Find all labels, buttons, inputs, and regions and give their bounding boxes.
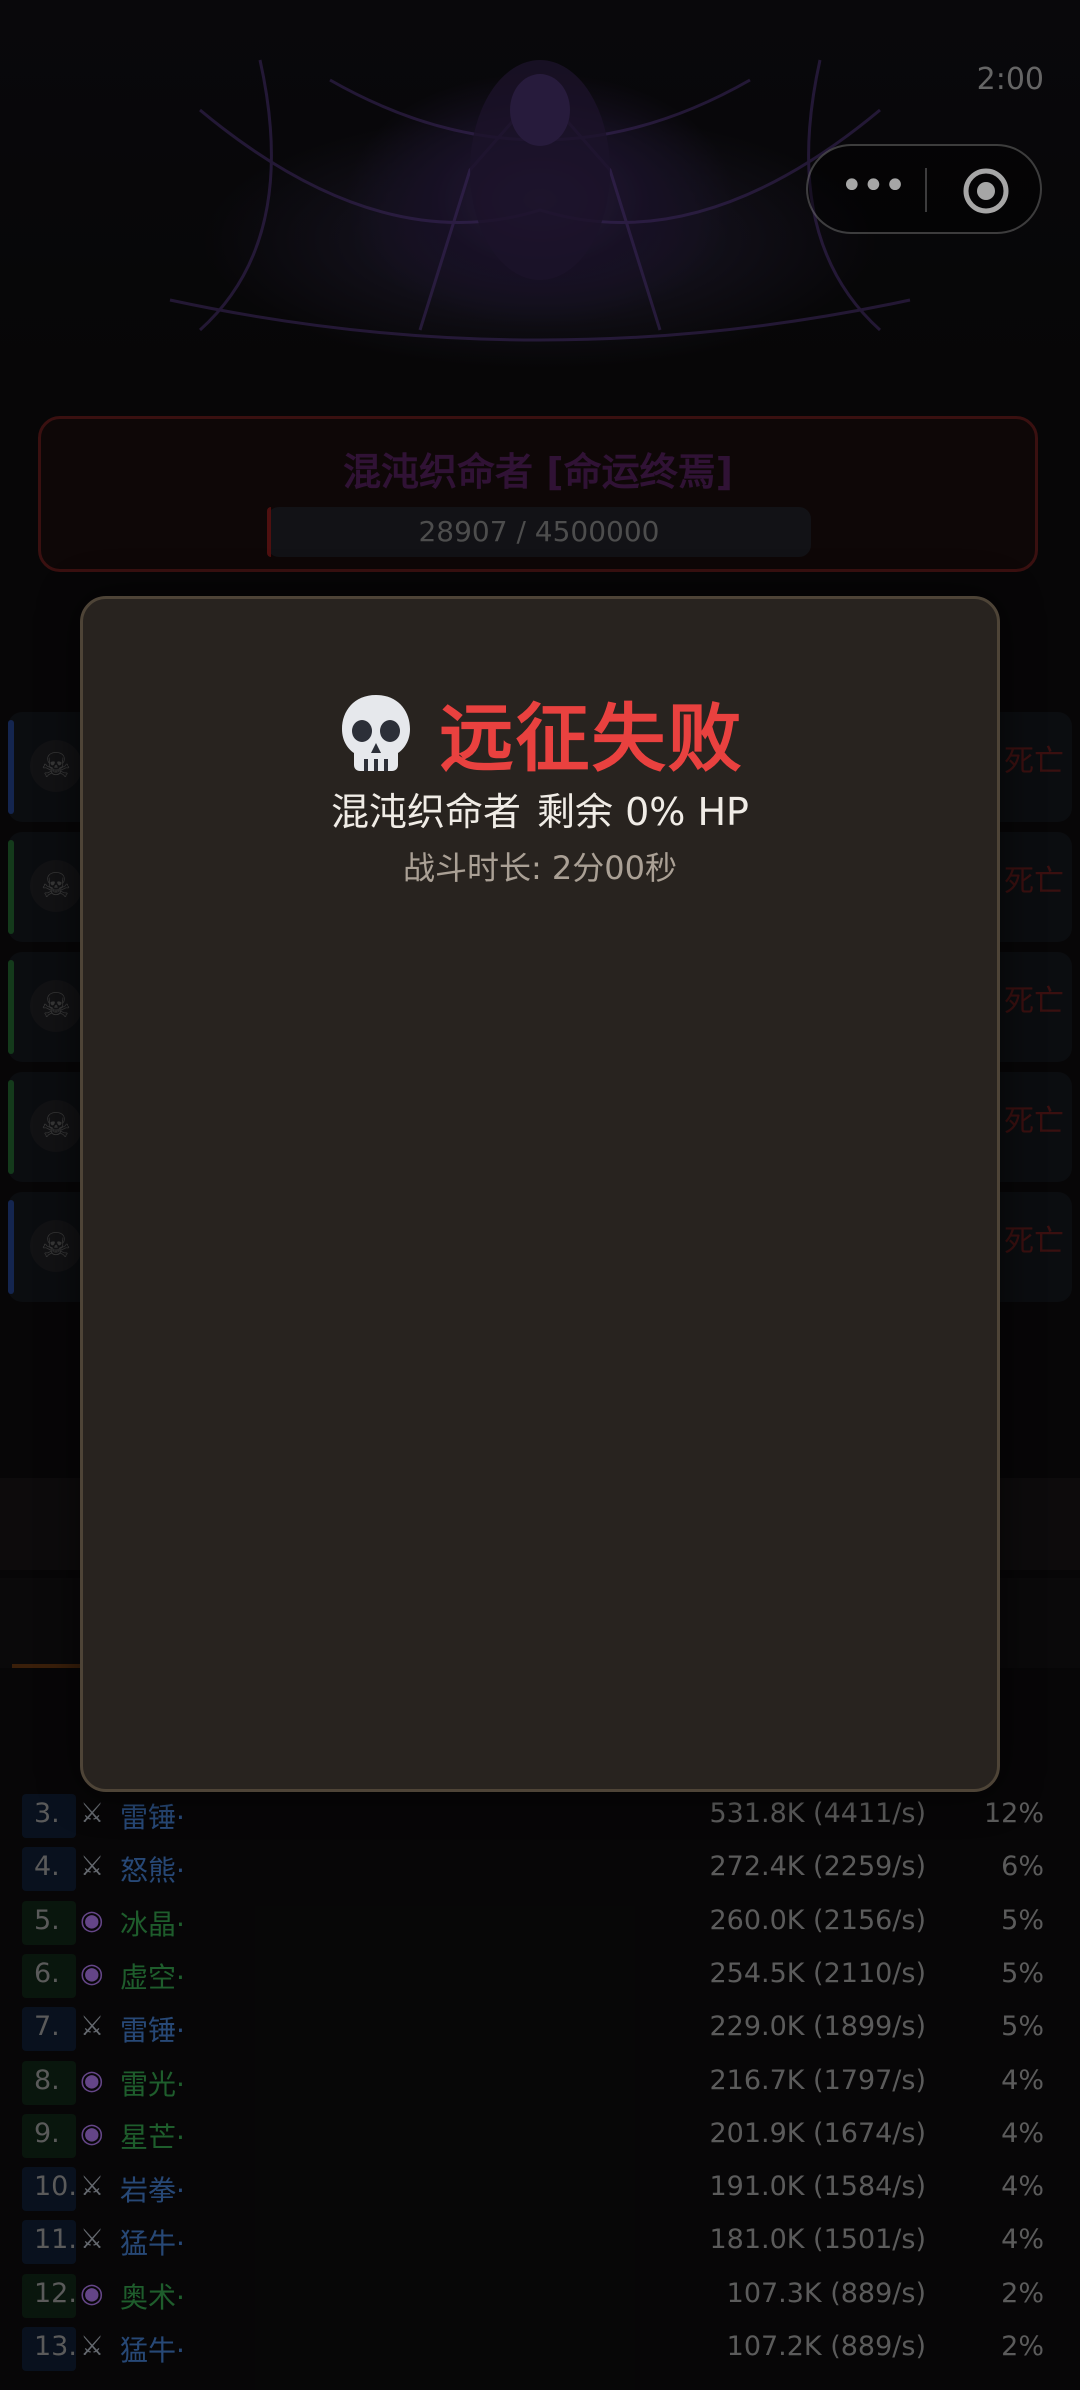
modal-title: 远征失败 bbox=[439, 696, 744, 782]
modal-title-row: 远征失败 bbox=[83, 679, 997, 782]
expedition-result-modal: 远征失败 混沌织命者 剩余 0% HP 战斗时长: 2分00秒 bbox=[80, 596, 1000, 1792]
battle-duration: 战斗时长: 2分00秒 bbox=[402, 849, 678, 887]
modal-boss-name: 混沌织命者 bbox=[331, 790, 522, 834]
boss-remaining-hp: 混沌织命者 剩余 0% HP bbox=[83, 781, 997, 836]
skull-icon bbox=[342, 694, 411, 771]
modal-remaining-text: 剩余 0% HP bbox=[537, 790, 749, 834]
